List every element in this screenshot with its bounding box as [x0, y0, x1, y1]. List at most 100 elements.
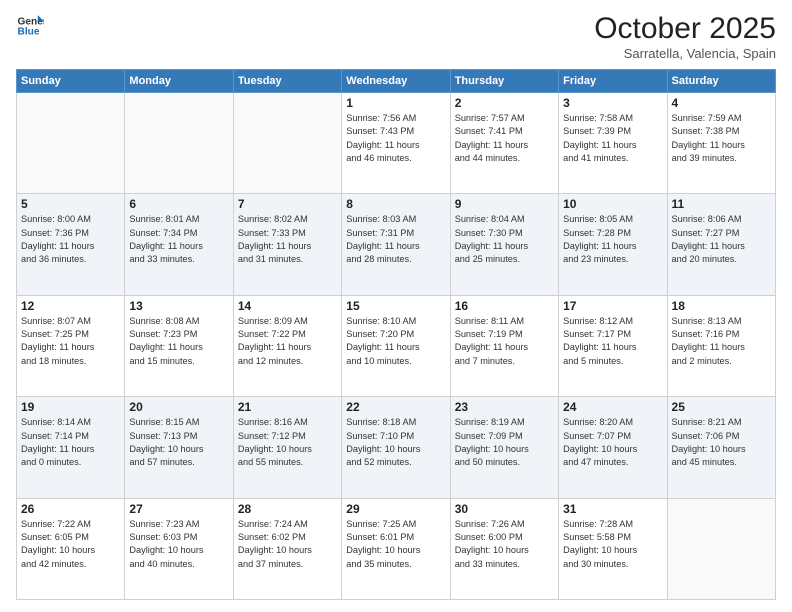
day-number: 24: [563, 400, 662, 414]
day-info: Sunrise: 8:03 AM Sunset: 7:31 PM Dayligh…: [346, 213, 445, 266]
day-number: 29: [346, 502, 445, 516]
logo: General Blue: [16, 12, 44, 40]
day-number: 2: [455, 96, 554, 110]
day-info: Sunrise: 8:10 AM Sunset: 7:20 PM Dayligh…: [346, 315, 445, 368]
day-info: Sunrise: 8:16 AM Sunset: 7:12 PM Dayligh…: [238, 416, 337, 469]
day-info: Sunrise: 8:14 AM Sunset: 7:14 PM Dayligh…: [21, 416, 120, 469]
calendar-cell: 23 Sunrise: 8:19 AM Sunset: 7:09 PM Dayli…: [450, 397, 558, 498]
day-number: 30: [455, 502, 554, 516]
calendar-cell: 4 Sunrise: 7:59 AM Sunset: 7:38 PM Daylig…: [667, 93, 775, 194]
calendar-cell: 5 Sunrise: 8:00 AM Sunset: 7:36 PM Daylig…: [17, 194, 125, 295]
day-info: Sunrise: 7:26 AM Sunset: 6:00 PM Dayligh…: [455, 518, 554, 571]
day-header-sunday: Sunday: [17, 70, 125, 93]
day-number: 20: [129, 400, 228, 414]
header: General Blue October 2025 Sarratella, Va…: [16, 12, 776, 61]
day-info: Sunrise: 7:59 AM Sunset: 7:38 PM Dayligh…: [672, 112, 771, 165]
day-info: Sunrise: 8:00 AM Sunset: 7:36 PM Dayligh…: [21, 213, 120, 266]
day-info: Sunrise: 8:09 AM Sunset: 7:22 PM Dayligh…: [238, 315, 337, 368]
calendar-week-row: 26 Sunrise: 7:22 AM Sunset: 6:05 PM Dayli…: [17, 498, 776, 599]
day-header-saturday: Saturday: [667, 70, 775, 93]
day-number: 1: [346, 96, 445, 110]
day-info: Sunrise: 8:06 AM Sunset: 7:27 PM Dayligh…: [672, 213, 771, 266]
day-number: 9: [455, 197, 554, 211]
calendar-cell: 11 Sunrise: 8:06 AM Sunset: 7:27 PM Dayli…: [667, 194, 775, 295]
day-info: Sunrise: 8:02 AM Sunset: 7:33 PM Dayligh…: [238, 213, 337, 266]
day-info: Sunrise: 8:07 AM Sunset: 7:25 PM Dayligh…: [21, 315, 120, 368]
day-number: 8: [346, 197, 445, 211]
calendar-week-row: 19Sunrise: 8:14 AM Sunset: 7:14 PM Dayli…: [17, 397, 776, 498]
day-info: Sunrise: 8:12 AM Sunset: 7:17 PM Dayligh…: [563, 315, 662, 368]
calendar-cell: 2 Sunrise: 7:57 AM Sunset: 7:41 PM Daylig…: [450, 93, 558, 194]
calendar-cell: 1 Sunrise: 7:56 AM Sunset: 7:43 PM Daylig…: [342, 93, 450, 194]
calendar-cell: 15 Sunrise: 8:10 AM Sunset: 7:20 PM Dayli…: [342, 295, 450, 396]
day-info: Sunrise: 8:20 AM Sunset: 7:07 PM Dayligh…: [563, 416, 662, 469]
day-number: 11: [672, 197, 771, 211]
day-info: Sunrise: 8:05 AM Sunset: 7:28 PM Dayligh…: [563, 213, 662, 266]
calendar-table: SundayMondayTuesdayWednesdayThursdayFrid…: [16, 69, 776, 600]
calendar-cell: 6 Sunrise: 8:01 AM Sunset: 7:34 PM Daylig…: [125, 194, 233, 295]
calendar-cell: 26 Sunrise: 7:22 AM Sunset: 6:05 PM Dayli…: [17, 498, 125, 599]
calendar-cell: [125, 93, 233, 194]
calendar-cell: 12 Sunrise: 8:07 AM Sunset: 7:25 PM Dayli…: [17, 295, 125, 396]
day-number: 4: [672, 96, 771, 110]
day-number: 22: [346, 400, 445, 414]
logo-icon: General Blue: [16, 12, 44, 40]
day-number: 26: [21, 502, 120, 516]
day-info: Sunrise: 7:25 AM Sunset: 6:01 PM Dayligh…: [346, 518, 445, 571]
calendar-cell: [17, 93, 125, 194]
day-header-monday: Monday: [125, 70, 233, 93]
day-header-thursday: Thursday: [450, 70, 558, 93]
calendar-cell: 30 Sunrise: 7:26 AM Sunset: 6:00 PM Dayli…: [450, 498, 558, 599]
calendar-cell: 24 Sunrise: 8:20 AM Sunset: 7:07 PM Dayli…: [559, 397, 667, 498]
day-header-tuesday: Tuesday: [233, 70, 341, 93]
svg-text:Blue: Blue: [18, 27, 40, 38]
calendar-cell: 19Sunrise: 8:14 AM Sunset: 7:14 PM Dayli…: [17, 397, 125, 498]
day-info: Sunrise: 7:57 AM Sunset: 7:41 PM Dayligh…: [455, 112, 554, 165]
calendar-cell: 25 Sunrise: 8:21 AM Sunset: 7:06 PM Dayli…: [667, 397, 775, 498]
calendar-cell: 16Sunrise: 8:11 AM Sunset: 7:19 PM Dayli…: [450, 295, 558, 396]
calendar-week-row: 12 Sunrise: 8:07 AM Sunset: 7:25 PM Dayli…: [17, 295, 776, 396]
day-info: Sunrise: 7:58 AM Sunset: 7:39 PM Dayligh…: [563, 112, 662, 165]
calendar-cell: 7Sunrise: 8:02 AM Sunset: 7:33 PM Daylig…: [233, 194, 341, 295]
day-number: 14: [238, 299, 337, 313]
calendar-cell: 14 Sunrise: 8:09 AM Sunset: 7:22 PM Dayli…: [233, 295, 341, 396]
calendar-cell: 9Sunrise: 8:04 AM Sunset: 7:30 PM Daylig…: [450, 194, 558, 295]
day-number: 3: [563, 96, 662, 110]
calendar-week-row: 1 Sunrise: 7:56 AM Sunset: 7:43 PM Daylig…: [17, 93, 776, 194]
day-info: Sunrise: 7:56 AM Sunset: 7:43 PM Dayligh…: [346, 112, 445, 165]
calendar-cell: 20 Sunrise: 8:15 AM Sunset: 7:13 PM Dayli…: [125, 397, 233, 498]
day-number: 12: [21, 299, 120, 313]
day-number: 17: [563, 299, 662, 313]
day-number: 18: [672, 299, 771, 313]
day-info: Sunrise: 7:22 AM Sunset: 6:05 PM Dayligh…: [21, 518, 120, 571]
day-number: 13: [129, 299, 228, 313]
day-info: Sunrise: 7:24 AM Sunset: 6:02 PM Dayligh…: [238, 518, 337, 571]
day-info: Sunrise: 8:19 AM Sunset: 7:09 PM Dayligh…: [455, 416, 554, 469]
calendar-week-row: 5 Sunrise: 8:00 AM Sunset: 7:36 PM Daylig…: [17, 194, 776, 295]
calendar-cell: 10 Sunrise: 8:05 AM Sunset: 7:28 PM Dayli…: [559, 194, 667, 295]
day-info: Sunrise: 8:21 AM Sunset: 7:06 PM Dayligh…: [672, 416, 771, 469]
calendar-cell: 3 Sunrise: 7:58 AM Sunset: 7:39 PM Daylig…: [559, 93, 667, 194]
day-number: 16: [455, 299, 554, 313]
day-number: 23: [455, 400, 554, 414]
day-number: 31: [563, 502, 662, 516]
day-number: 5: [21, 197, 120, 211]
day-info: Sunrise: 8:15 AM Sunset: 7:13 PM Dayligh…: [129, 416, 228, 469]
day-number: 15: [346, 299, 445, 313]
day-info: Sunrise: 7:23 AM Sunset: 6:03 PM Dayligh…: [129, 518, 228, 571]
day-info: Sunrise: 8:01 AM Sunset: 7:34 PM Dayligh…: [129, 213, 228, 266]
calendar-cell: 31Sunrise: 7:28 AM Sunset: 5:58 PM Dayli…: [559, 498, 667, 599]
title-block: October 2025 Sarratella, Valencia, Spain: [594, 12, 776, 61]
calendar-cell: 29 Sunrise: 7:25 AM Sunset: 6:01 PM Dayli…: [342, 498, 450, 599]
day-info: Sunrise: 8:08 AM Sunset: 7:23 PM Dayligh…: [129, 315, 228, 368]
day-info: Sunrise: 8:13 AM Sunset: 7:16 PM Dayligh…: [672, 315, 771, 368]
calendar-cell: 22Sunrise: 8:18 AM Sunset: 7:10 PM Dayli…: [342, 397, 450, 498]
calendar-cell: 27Sunrise: 7:23 AM Sunset: 6:03 PM Dayli…: [125, 498, 233, 599]
day-number: 6: [129, 197, 228, 211]
calendar-cell: [233, 93, 341, 194]
day-header-friday: Friday: [559, 70, 667, 93]
month-title: October 2025: [594, 12, 776, 46]
day-number: 25: [672, 400, 771, 414]
location: Sarratella, Valencia, Spain: [594, 46, 776, 61]
day-number: 10: [563, 197, 662, 211]
